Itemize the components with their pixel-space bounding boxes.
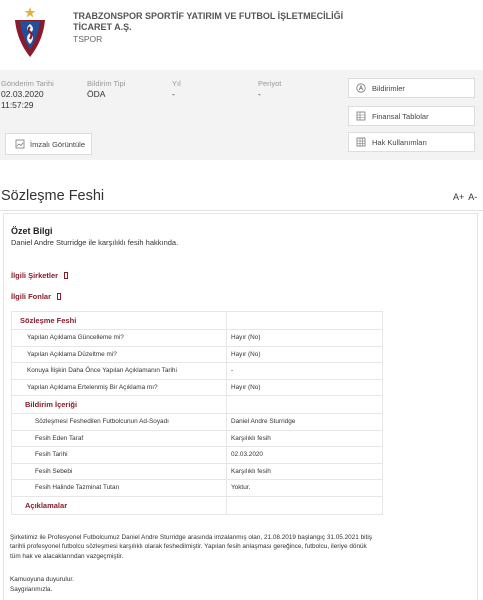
related-companies-link[interactable]: İlgili Şirketler [11, 271, 69, 280]
table-row: Fesih Eden Taraf Karşılıklı fesih [11, 429, 383, 447]
type-label: Bildirim Tipi [87, 79, 126, 88]
time-value: 11:57:29 [1, 100, 34, 110]
period-label: Periyot [258, 79, 282, 88]
related-companies-label: İlgili Şirketler [11, 271, 59, 280]
question-cell: Konuya İlişkin Daha Önce Yapılan Açıklam… [11, 362, 227, 380]
question-cell: Yapılan Açıklama Güncelleme mi? [11, 329, 227, 347]
empty-cell [226, 495, 383, 515]
field-cell: Sözleşmesi Feshedilen Futbolcunun Ad-Soy… [11, 413, 227, 431]
table-row: Fesih Tarihi 02.03.2020 [11, 446, 383, 464]
subsection-row: Açıklamalar [11, 495, 383, 515]
period-info: Periyot - [258, 79, 281, 99]
field-value-cell: Daniel Andre Sturridge [226, 413, 383, 431]
summary-text: Daniel Andre Sturridge ile karşılıklı fe… [11, 238, 179, 247]
company-name: TRABZONSPOR SPORTİF YATIRIM VE FUTBOL İŞ… [73, 11, 344, 32]
date-info: Gönderim Tarihi 02.03.2020 11:57:29 [1, 79, 54, 110]
financials-button[interactable]: Finansal Tablolar [348, 106, 475, 126]
disclosure-table: Sözleşme Feshi Yapılan Açıklama Güncelle… [11, 311, 383, 515]
disclosure-content-panel: Özet Bilgi Daniel Andre Sturridge ile ka… [3, 213, 478, 600]
field-value-cell: Yoktur. [226, 479, 383, 497]
notification-a-icon [356, 83, 366, 93]
field-cell: Fesih Eden Taraf [11, 429, 227, 447]
regards-line: Saygılarımızla. [10, 586, 53, 593]
content-title-cell: Bildirim İçeriği [11, 395, 227, 414]
font-decrease-button[interactable]: A- [468, 192, 477, 202]
field-cell: Fesih Halinde Tazminat Tutarı [11, 479, 227, 497]
table-row: Konuya İlişkin Daha Önce Yapılan Açıklam… [11, 362, 383, 380]
table-row: Fesih Halinde Tazminat Tutarı Yoktur. [11, 479, 383, 497]
year-info: Yıl - [172, 79, 181, 99]
spreadsheet-icon [356, 111, 366, 121]
year-label: Yıl [172, 79, 181, 88]
disclosure-info-band: Gönderim Tarihi 02.03.2020 11:57:29 Bild… [0, 70, 483, 160]
field-value-cell: 02.03.2020 [226, 446, 383, 464]
type-value: ÖDA [87, 89, 106, 99]
related-funds-link[interactable]: İlgili Fonlar [11, 292, 62, 301]
section-row: Sözleşme Feshi [11, 311, 383, 330]
date-label: Gönderim Tarihi [1, 79, 54, 88]
announcement-line: Kamuoyuna duyurulur. [10, 576, 74, 583]
period-value: - [258, 89, 261, 99]
page-title: Sözleşme Feshi [1, 188, 105, 204]
empty-cell [226, 395, 383, 414]
notifications-label: Bildirimler [372, 83, 405, 93]
table-row: Yapılan Açıklama Ertelenmiş Bir Açıklama… [11, 378, 383, 396]
trabzonspor-crest-icon [15, 7, 45, 57]
rights-label: Hak Kullanımları [372, 137, 428, 147]
explanation-text: Şirketimiz ile Profesyonel Futbolcumuz D… [10, 534, 372, 560]
expand-box-icon [64, 272, 69, 279]
table-row: Yapılan Açıklama Güncelleme mi? Hayır (N… [11, 329, 383, 347]
summary-heading: Özet Bilgi [11, 226, 53, 236]
field-value-cell: Karşılıklı fesih [226, 429, 383, 447]
title-divider [0, 210, 483, 211]
empty-cell [226, 311, 383, 330]
grid-table-icon [356, 137, 366, 147]
company-header: TRABZONSPOR SPORTİF YATIRIM VE FUTBOL İŞ… [0, 0, 483, 64]
table-row: Sözleşmesi Feshedilen Futbolcunun Ad-Soy… [11, 413, 383, 431]
expand-box-icon [57, 293, 62, 300]
date-value: 02.03.2020 [1, 89, 44, 99]
table-row: Yapılan Açıklama Düzeltme mi? Hayır (No) [11, 345, 383, 363]
answer-cell: Hayır (No) [226, 378, 383, 396]
signed-view-label: İmzalı Görüntüle [30, 139, 86, 149]
type-info: Bildirim Tipi ÖDA [87, 79, 125, 99]
financials-label: Finansal Tablolar [372, 111, 429, 121]
font-increase-button[interactable]: A+ [453, 192, 464, 202]
answer-cell: Hayır (No) [226, 329, 383, 347]
rights-button[interactable]: Hak Kullanımları [348, 132, 475, 152]
notifications-button[interactable]: Bildirimler [348, 78, 475, 98]
question-cell: Yapılan Açıklama Ertelenmiş Bir Açıklama… [11, 378, 227, 396]
answer-cell: - [226, 362, 383, 380]
answer-cell: Hayır (No) [226, 345, 383, 363]
related-funds-label: İlgili Fonlar [11, 292, 52, 301]
font-size-controls: A+ A- [453, 192, 479, 202]
signed-view-button[interactable]: İmzalı Görüntüle [5, 133, 92, 155]
table-row: Fesih Sebebi Karşılıklı fesih [11, 462, 383, 480]
document-image-icon [15, 139, 25, 149]
section-title-cell: Sözleşme Feshi [11, 311, 227, 330]
explanations-title-cell: Açıklamalar [11, 495, 227, 515]
subsection-row: Bildirim İçeriği [11, 395, 383, 414]
company-code: TSPOR [73, 34, 103, 44]
question-cell: Yapılan Açıklama Düzeltme mi? [11, 345, 227, 363]
field-cell: Fesih Tarihi [11, 446, 227, 464]
field-cell: Fesih Sebebi [11, 462, 227, 480]
year-value: - [172, 89, 175, 99]
field-value-cell: Karşılıklı fesih [226, 462, 383, 480]
